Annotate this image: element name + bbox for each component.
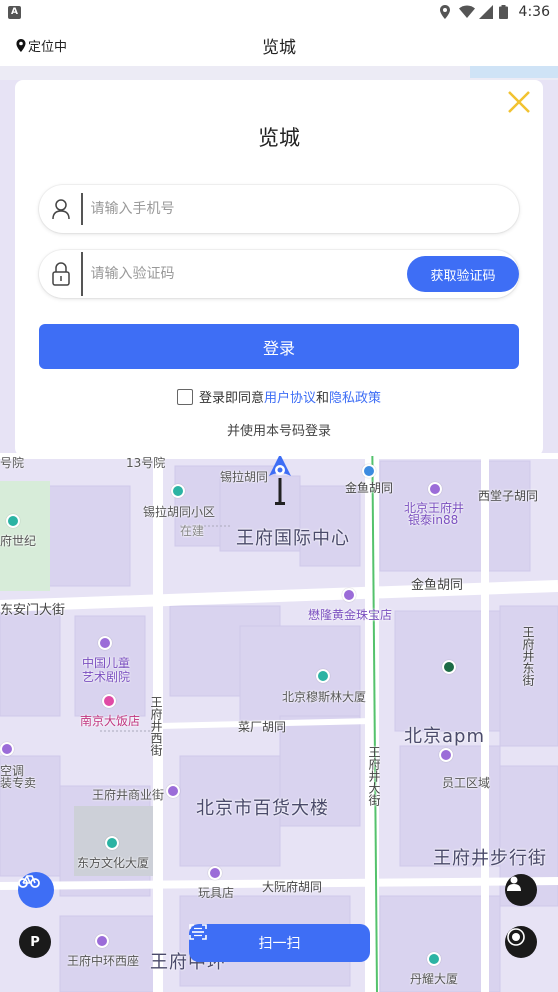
map-label: 锡拉胡同小区 bbox=[143, 505, 216, 519]
status-bar: A 4:36 bbox=[0, 0, 558, 24]
map-label: 金鱼胡同 bbox=[411, 578, 464, 593]
map-label: 王府井西街 bbox=[149, 696, 163, 756]
get-code-button[interactable]: 获取验证码 bbox=[407, 256, 519, 292]
map-label: 13号院 bbox=[126, 456, 166, 470]
login-sub-note: 并使用本号码登录 bbox=[226, 424, 331, 439]
scan-label: 扫一扫 bbox=[258, 936, 301, 952]
login-title: 览城 bbox=[258, 126, 300, 150]
poi-marker[interactable] bbox=[362, 464, 376, 478]
map-label: 南京大饭店 bbox=[80, 714, 141, 728]
poi-marker[interactable] bbox=[442, 660, 456, 674]
poi-marker[interactable] bbox=[166, 784, 180, 798]
parking-button[interactable]: P bbox=[19, 926, 51, 958]
agreement-row: 登录即同意 用户协议 和 隐私政策 bbox=[15, 387, 543, 406]
user-icon bbox=[507, 876, 521, 891]
map-label: 懋隆黄金珠宝店 bbox=[308, 608, 393, 622]
user-icon bbox=[41, 185, 81, 233]
poi-marker[interactable] bbox=[171, 484, 185, 498]
bike-button[interactable] bbox=[18, 872, 54, 908]
map-label: 西堂子胡同 bbox=[478, 489, 539, 503]
map-label: 东安门大街 bbox=[0, 603, 66, 618]
map-label: 府世纪 bbox=[0, 534, 37, 548]
status-time: 4:36 bbox=[518, 4, 550, 20]
login-button[interactable]: 登录 bbox=[39, 324, 519, 369]
agreement-and: 和 bbox=[316, 391, 330, 406]
poi-marker[interactable] bbox=[98, 636, 112, 650]
user-agreement-link[interactable]: 用户协议 bbox=[264, 387, 316, 406]
map-label: 王府井步行街 bbox=[433, 848, 547, 869]
app-header: 定位中 览城 bbox=[0, 24, 558, 66]
field-separator bbox=[81, 193, 83, 225]
location-icon bbox=[439, 5, 453, 19]
map-label: 王府国际中心 bbox=[236, 528, 350, 549]
lock-icon bbox=[41, 250, 81, 298]
map-label: 锡拉胡同 bbox=[220, 470, 269, 484]
parking-label: P bbox=[30, 934, 40, 950]
poi-marker[interactable] bbox=[95, 934, 109, 948]
agreement-checkbox[interactable] bbox=[176, 388, 193, 405]
map-label: 王府井商业街 bbox=[92, 788, 165, 802]
bike-icon bbox=[18, 875, 40, 888]
current-position-pin[interactable] bbox=[266, 452, 294, 510]
map-label: 东方文化大厦 bbox=[77, 856, 150, 870]
locate-me-button[interactable] bbox=[505, 926, 537, 958]
app-notification-icon: A bbox=[8, 5, 21, 19]
signal-icon bbox=[478, 5, 493, 19]
map-label: 号院 bbox=[0, 456, 25, 470]
poi-marker[interactable] bbox=[439, 748, 453, 762]
poi-marker[interactable] bbox=[427, 952, 441, 966]
battery-icon bbox=[498, 5, 513, 19]
poi-marker[interactable] bbox=[342, 588, 356, 602]
close-icon bbox=[508, 91, 530, 113]
map-label: 装专卖 bbox=[0, 776, 37, 790]
map-label: 北京apm bbox=[404, 726, 485, 747]
app-title: 览城 bbox=[262, 38, 296, 58]
map-label: 玩具店 bbox=[198, 886, 235, 900]
poi-marker[interactable] bbox=[102, 694, 116, 708]
wifi-icon bbox=[458, 5, 475, 19]
scan-icon bbox=[189, 924, 207, 940]
map-label: 在建 bbox=[180, 524, 205, 538]
agreement-prefix: 登录即同意 bbox=[198, 391, 264, 406]
login-modal: 览城 获取验证码 登录 登录即同意 用户协议 和 隐私政策 并使用本号 bbox=[15, 80, 543, 456]
field-separator bbox=[81, 252, 83, 296]
target-icon bbox=[507, 928, 525, 946]
profile-button[interactable] bbox=[505, 874, 537, 906]
map-label: 北京穆斯林大厦 bbox=[282, 690, 367, 704]
map-label: 丹耀大厦 bbox=[410, 972, 459, 986]
map-label: 北京市百货大楼 bbox=[196, 798, 329, 819]
poi-marker[interactable] bbox=[316, 669, 330, 683]
poi-marker[interactable] bbox=[208, 866, 222, 880]
map-label: 菜厂胡同 bbox=[238, 720, 287, 734]
scan-button[interactable]: 扫一扫 bbox=[189, 924, 370, 962]
map-label: 银泰in88 bbox=[408, 513, 459, 527]
close-button[interactable] bbox=[505, 88, 533, 116]
map-label: 艺术剧院 bbox=[82, 670, 131, 684]
map-label: 王府中环西座 bbox=[67, 954, 140, 968]
map-label: 王府井东街 bbox=[521, 626, 535, 686]
poi-marker[interactable] bbox=[0, 742, 14, 756]
poi-marker[interactable] bbox=[428, 482, 442, 496]
privacy-policy-link[interactable]: 隐私政策 bbox=[329, 387, 381, 406]
map-label: 大阮府胡同 bbox=[262, 880, 323, 894]
phone-input[interactable] bbox=[90, 185, 519, 233]
map-label: 员工区域 bbox=[442, 776, 491, 790]
code-field: 获取验证码 bbox=[39, 250, 519, 298]
poi-marker[interactable] bbox=[105, 836, 119, 850]
poi-marker[interactable] bbox=[6, 514, 20, 528]
map-label: 王府井大街 bbox=[367, 746, 381, 806]
phone-field bbox=[39, 185, 519, 233]
map-label: 金鱼胡同 bbox=[345, 481, 394, 495]
